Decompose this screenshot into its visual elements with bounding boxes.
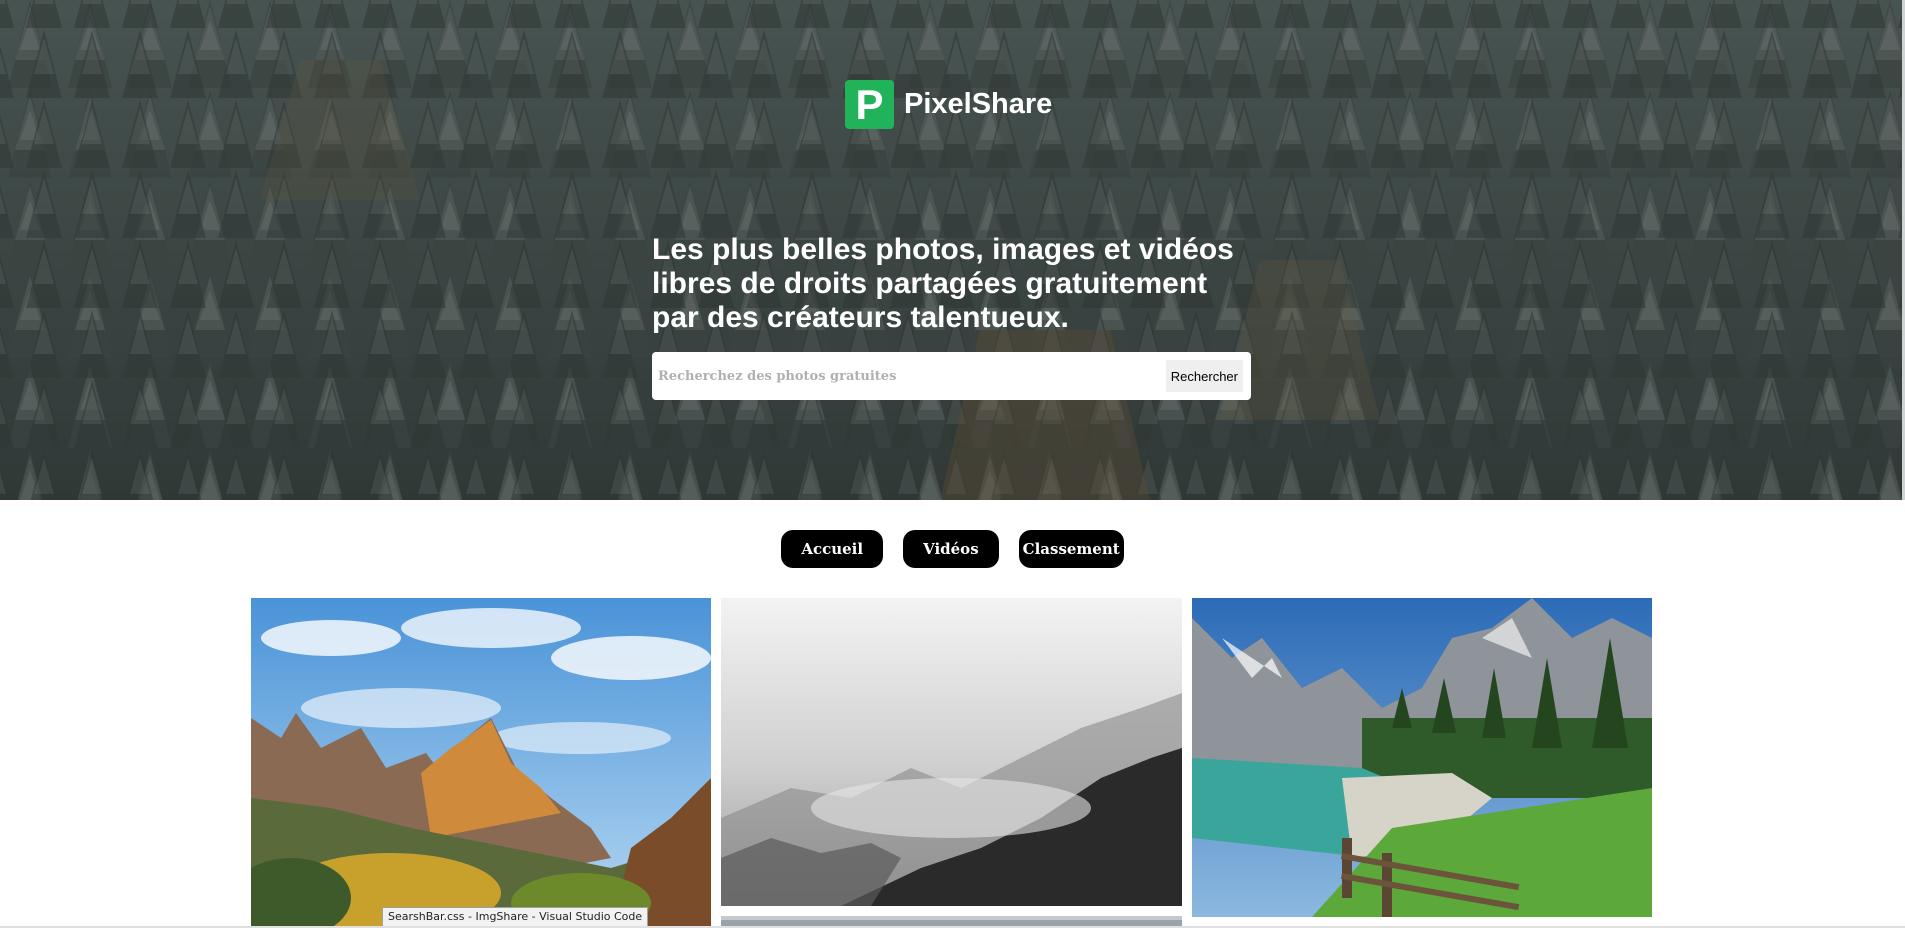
category-nav: Accueil Vidéos Classement	[0, 530, 1905, 568]
gallery-photo[interactable]	[251, 598, 711, 928]
search-button[interactable]: Rechercher	[1165, 360, 1243, 392]
nav-videos-button[interactable]: Vidéos	[903, 530, 999, 568]
hero-headline: Les plus belles photos, images et vidéos…	[652, 233, 1234, 334]
search-bar: Rechercher	[652, 352, 1251, 400]
misty-forest-photo-image	[721, 598, 1182, 906]
taskbar-tooltip: SearshBar.css - ImgShare - Visual Studio…	[382, 907, 649, 927]
gallery-photo[interactable]	[721, 598, 1182, 906]
alpine-lake-photo-image	[1192, 598, 1652, 917]
brand[interactable]: P PixelShare	[845, 80, 1052, 129]
nav-accueil-button[interactable]: Accueil	[781, 530, 884, 568]
canyon-photo-image	[251, 598, 711, 928]
hero-banner: P PixelShare Les plus belles photos, ima…	[0, 0, 1905, 500]
gallery-photo[interactable]	[1192, 598, 1652, 917]
brand-name: PixelShare	[904, 88, 1053, 120]
brand-logo-icon: P	[845, 80, 894, 129]
nav-classement-button[interactable]: Classement	[1018, 530, 1124, 568]
search-input[interactable]	[652, 356, 1166, 396]
